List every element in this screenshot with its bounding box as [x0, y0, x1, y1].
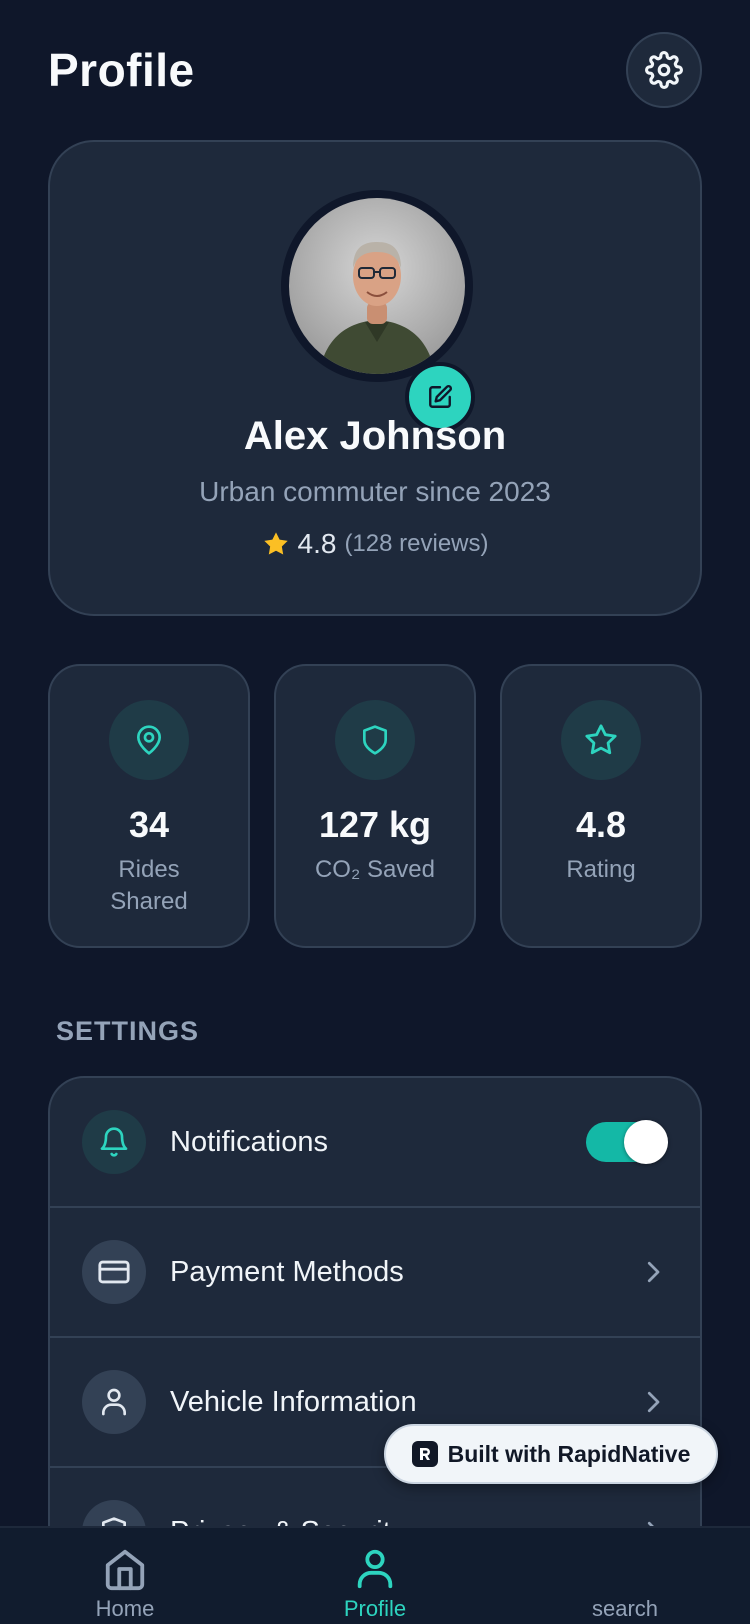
tab-profile[interactable]: Profile [250, 1528, 500, 1624]
settings-item-label: Privacy & Security [170, 1516, 638, 1527]
stat-icon-bg [335, 700, 415, 780]
stat-icon-bg [561, 700, 641, 780]
built-with-badge[interactable]: Built with RapidNative [384, 1424, 718, 1484]
tab-label: Profile [343, 1596, 407, 1621]
avatar-ring [281, 190, 473, 382]
gear-icon [645, 51, 683, 89]
settings-item-label: Notifications [170, 1125, 328, 1158]
rapidnative-logo-icon [411, 1441, 438, 1467]
section-label-settings: SETTINGS [56, 1016, 200, 1046]
stat-icon-bg [109, 700, 189, 780]
tab-home[interactable]: Home [0, 1528, 250, 1624]
profile-card: Alex Johnson Urban commuter since 2023 4… [48, 140, 702, 616]
star-icon [263, 532, 288, 555]
avatar-container [281, 190, 475, 432]
tab-bar: Home Profile search [0, 1526, 750, 1624]
stat-value: 4.8 [575, 804, 627, 845]
user-icon [102, 1388, 126, 1416]
page-title: Profile [48, 44, 195, 96]
edit-icon [429, 385, 452, 408]
rating-row: 4.8 (128 reviews) [50, 528, 700, 560]
shield-icon [363, 725, 387, 755]
home-icon [105, 1549, 145, 1591]
credit-card-icon [98, 1260, 130, 1284]
stat-card-rides: 34 Rides Shared [48, 664, 250, 948]
shield-icon [102, 1517, 126, 1526]
star-icon [585, 724, 617, 755]
map-pin-icon [137, 725, 161, 755]
chevron-right-icon [647, 1391, 660, 1413]
stat-value: 127 kg [318, 804, 432, 845]
profile-subtitle: Urban commuter since 2023 [199, 476, 551, 507]
stat-label: Rating [566, 856, 636, 883]
settings-item-label: Payment Methods [170, 1255, 404, 1288]
settings-item-notifications[interactable]: Notifications [50, 1078, 700, 1208]
stat-value: 34 [128, 804, 170, 845]
tab-search[interactable]: search [500, 1528, 750, 1624]
stat-label: CO₂ Saved [314, 856, 436, 883]
avatar-photo [319, 242, 435, 374]
rating-value: 4.8 [297, 528, 337, 559]
stat-card-co2: 127 kg CO₂ Saved [274, 664, 476, 948]
row-icon-bg [82, 1240, 146, 1304]
chevron-right-icon [647, 1521, 654, 1526]
settings-item-label: Vehicle Information [170, 1385, 417, 1418]
rating-reviews: (128 reviews) [344, 530, 489, 557]
chevron-right-icon [647, 1261, 660, 1283]
avatar[interactable] [289, 198, 465, 374]
stats-row: 34 Rides Shared 127 kg CO₂ Saved 4.8 Rat… [48, 664, 702, 948]
settings-item-payment-methods[interactable]: Payment Methods [50, 1208, 700, 1338]
toggle-knob [624, 1120, 668, 1164]
row-icon-bg [82, 1500, 146, 1526]
row-icon-bg [82, 1370, 146, 1434]
bell-icon [100, 1127, 128, 1157]
row-icon-bg [82, 1110, 146, 1174]
stat-label: Rides Shared [110, 856, 188, 915]
notifications-toggle[interactable] [586, 1120, 668, 1164]
profile-name: Alex Johnson [243, 414, 507, 458]
settings-button[interactable] [626, 32, 702, 108]
stat-card-rating: 4.8 Rating [500, 664, 702, 948]
header: Profile [48, 30, 702, 110]
tab-label: Home [95, 1596, 155, 1621]
tab-label: search [591, 1596, 659, 1621]
badge-text: Built with RapidNative [447, 1440, 691, 1467]
user-icon [357, 1549, 393, 1589]
